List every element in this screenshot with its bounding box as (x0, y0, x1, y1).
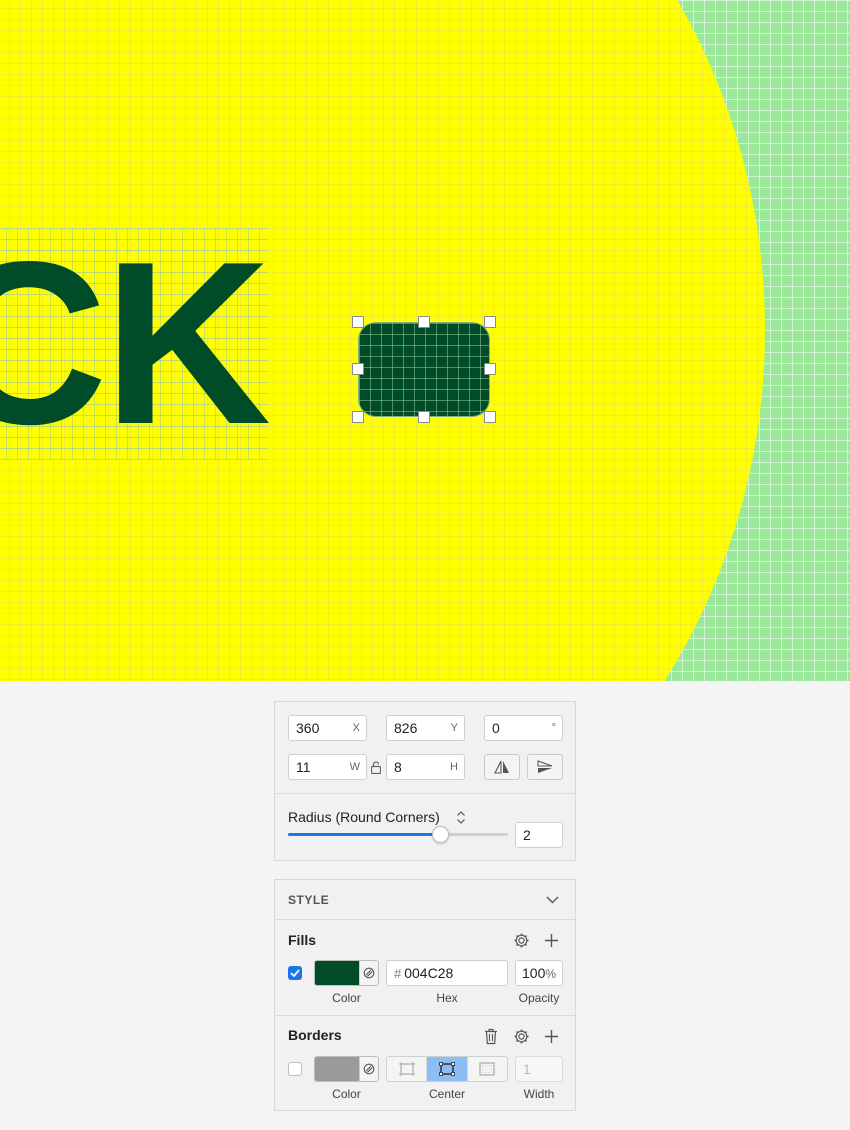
borders-settings-button[interactable] (511, 1026, 531, 1046)
y-value: 826 (394, 720, 418, 736)
lock-proportions-icon[interactable] (370, 760, 382, 774)
fills-title: Fills (288, 932, 317, 948)
chevron-down-icon (546, 896, 558, 904)
radius-value: 2 (523, 827, 531, 843)
fill-opacity-unit: % (545, 967, 557, 981)
width-value: 11 (296, 759, 311, 775)
resize-handle-bottom-left[interactable] (352, 411, 364, 423)
border-width-field[interactable]: 1 (515, 1056, 563, 1082)
geometry-panel: 360 X 826 Y 0 ° 11 W 8 H Radius (Round C… (274, 701, 576, 861)
resize-handle-left[interactable] (352, 363, 364, 375)
resize-handle-bottom-right[interactable] (484, 411, 496, 423)
border-enabled-checkbox[interactable] (288, 1062, 302, 1076)
height-value: 8 (394, 759, 402, 775)
width-field[interactable]: 11 W (288, 754, 367, 780)
border-color-swatch[interactable] (315, 1057, 359, 1081)
radius-slider-thumb[interactable] (432, 826, 449, 843)
width-suffix: W (349, 761, 360, 773)
fill-hex-label: Hex (436, 991, 458, 1005)
rotation-field[interactable]: 0 ° (484, 715, 563, 741)
plus-icon (544, 1029, 558, 1043)
fill-color-swatch[interactable] (315, 961, 359, 985)
geometry-divider (275, 793, 575, 794)
gear-icon (514, 933, 528, 947)
border-width-placeholder: 1 (523, 1061, 531, 1077)
checkmark-icon (290, 969, 300, 978)
border-width-label: Width (523, 1087, 555, 1101)
border-position-inside-button[interactable] (387, 1057, 428, 1081)
design-canvas[interactable]: CK (0, 0, 850, 681)
resize-handle-top[interactable] (418, 316, 430, 328)
rotation-value: 0 (492, 720, 500, 736)
x-value: 360 (296, 720, 320, 736)
border-position-label: Center (428, 1087, 466, 1101)
borders-title: Borders (288, 1027, 342, 1043)
fills-divider (275, 1015, 575, 1016)
radius-value-field[interactable]: 2 (515, 822, 563, 848)
plus-icon (544, 933, 558, 947)
delete-border-button[interactable] (481, 1026, 501, 1046)
fill-hex-field[interactable]: #004C28 (386, 960, 508, 986)
y-position-field[interactable]: 826 Y (386, 715, 465, 741)
fill-enabled-checkbox[interactable] (288, 966, 302, 980)
radius-label: Radius (Round Corners) (288, 809, 440, 825)
radius-slider-fill (288, 833, 440, 836)
style-panel: STYLE Fills #004C28 100% Color Hex Opaci… (274, 879, 576, 1111)
resize-handle-right[interactable] (484, 363, 496, 375)
add-fill-button[interactable] (541, 930, 561, 950)
border-color-variable-button[interactable] (359, 1057, 378, 1081)
fill-color-label: Color (332, 991, 361, 1005)
y-suffix: Y (450, 722, 458, 734)
fill-color-well[interactable] (314, 960, 379, 986)
border-position-outside-button[interactable] (466, 1057, 507, 1081)
border-position-control (386, 1056, 508, 1082)
flip-horizontal-icon (494, 760, 509, 774)
flip-vertical-button[interactable] (527, 754, 563, 780)
border-center-icon (439, 1062, 455, 1076)
add-border-button[interactable] (541, 1026, 561, 1046)
color-link-icon (363, 967, 375, 979)
resize-handle-top-left[interactable] (352, 316, 364, 328)
rotation-suffix: ° (551, 722, 556, 734)
fill-hex-value: 004C28 (404, 965, 454, 981)
radius-mode-stepper-icon[interactable] (455, 809, 467, 825)
border-color-well[interactable] (314, 1056, 379, 1082)
trash-icon (485, 1028, 497, 1044)
x-position-field[interactable]: 360 X (288, 715, 367, 741)
gear-icon (514, 1029, 528, 1043)
border-inside-icon (398, 1062, 415, 1076)
border-outside-icon (479, 1062, 495, 1076)
style-header-divider (275, 919, 575, 920)
border-color-label: Color (332, 1087, 361, 1101)
fill-opacity-label: Opacity (518, 991, 560, 1005)
resize-handle-top-right[interactable] (484, 316, 496, 328)
fill-opacity-field[interactable]: 100% (515, 960, 563, 986)
border-position-center-button[interactable] (427, 1057, 467, 1081)
height-suffix: H (450, 761, 458, 773)
selected-rectangle[interactable] (358, 322, 490, 417)
canvas-text-layer[interactable]: CK (0, 228, 271, 460)
resize-handle-bottom[interactable] (418, 411, 430, 423)
fill-color-variable-button[interactable] (359, 961, 378, 985)
fills-settings-button[interactable] (511, 930, 531, 950)
flip-vertical-icon (537, 760, 553, 773)
x-suffix: X (352, 722, 360, 734)
style-header: STYLE (288, 893, 330, 907)
color-link-icon (363, 1063, 375, 1075)
height-field[interactable]: 8 H (386, 754, 465, 780)
fill-opacity-value: 100 (522, 965, 546, 981)
hex-prefix: # (394, 966, 402, 981)
flip-horizontal-button[interactable] (484, 754, 520, 780)
collapse-style-button[interactable] (542, 890, 562, 910)
